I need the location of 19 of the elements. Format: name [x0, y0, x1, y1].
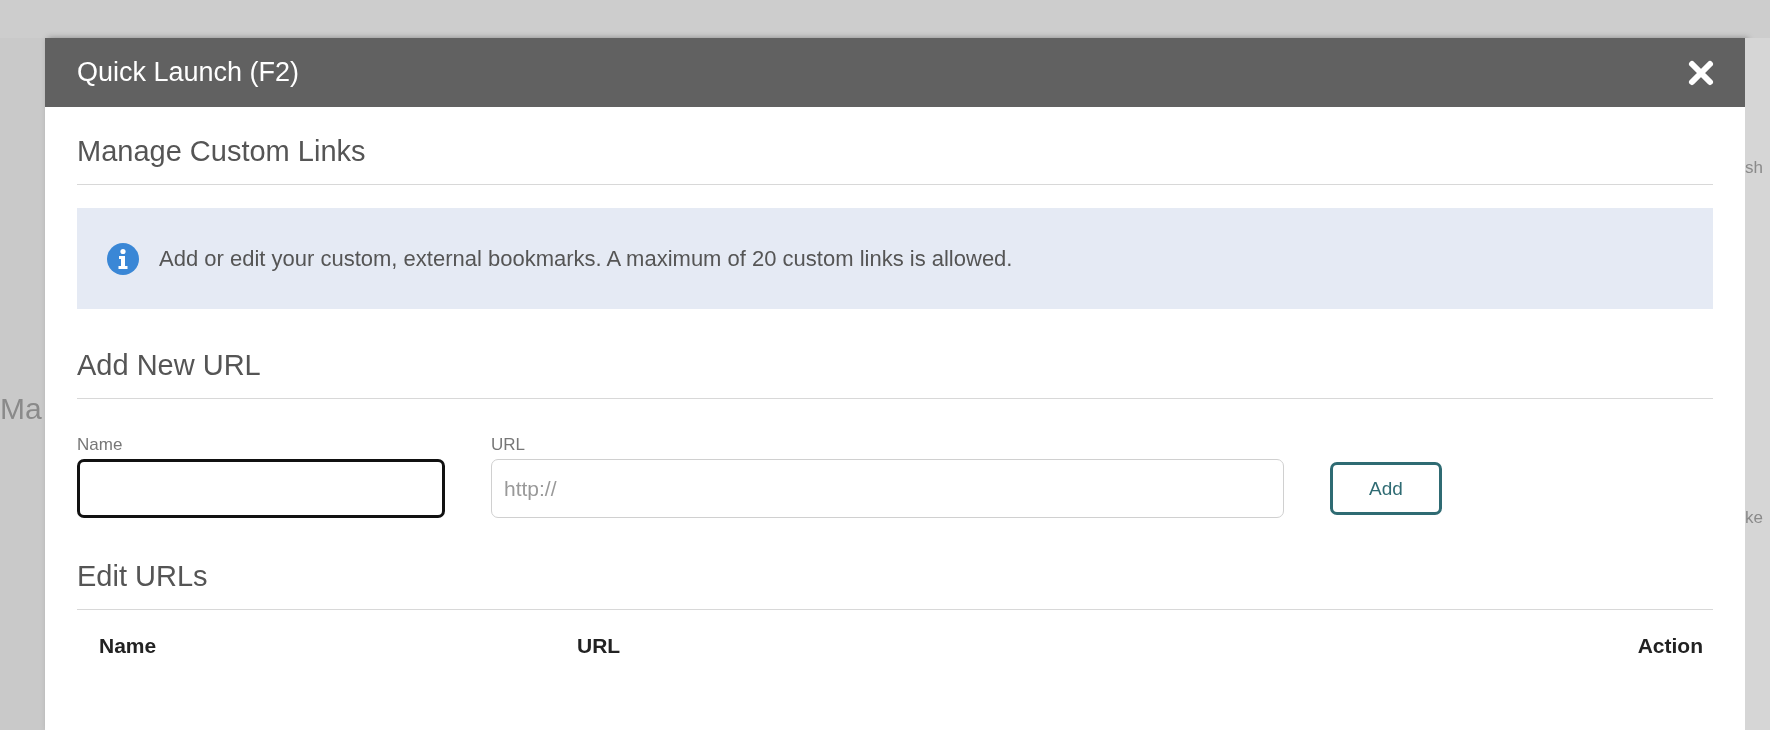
info-message: Add or edit your custom, external bookmarks. A maximum of 20 custom links is allowed.	[159, 245, 1013, 272]
background-text: Ma	[0, 392, 42, 426]
name-input[interactable]	[77, 459, 445, 518]
url-input[interactable]: http://	[491, 459, 1284, 518]
field-label: Name	[77, 435, 124, 455]
add-button[interactable]: Add	[1330, 462, 1442, 515]
section-heading: Add New URL	[77, 348, 262, 383]
close-icon	[1687, 58, 1715, 87]
close-button[interactable]	[1687, 58, 1715, 87]
column-header: URL	[577, 634, 622, 658]
dialog-title: Quick Launch (F2)	[77, 57, 300, 88]
column-header: Name	[99, 634, 158, 658]
field-label: URL	[491, 435, 526, 455]
section-heading: Manage Custom Links	[77, 134, 367, 169]
column-header: Action	[1637, 634, 1703, 658]
section-heading: Edit URLs	[77, 560, 209, 594]
info-icon	[107, 242, 139, 275]
background-text: ke	[1745, 508, 1764, 528]
background-text: sh	[1745, 158, 1764, 178]
